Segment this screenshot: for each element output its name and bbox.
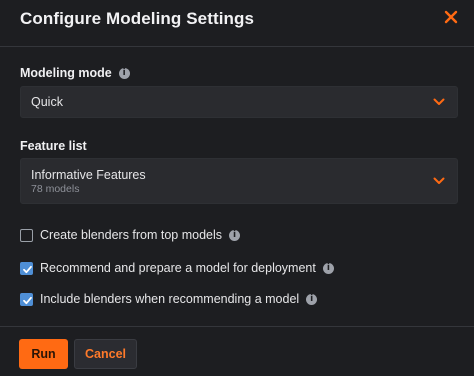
recommend-model-checkbox[interactable] bbox=[20, 261, 33, 275]
close-icon[interactable] bbox=[444, 10, 458, 24]
feature-list-subtext: 78 models bbox=[31, 183, 80, 195]
recommend-model-checkbox-row[interactable]: Recommend and prepare a model for deploy… bbox=[20, 261, 334, 275]
chevron-down-icon bbox=[433, 98, 445, 105]
include-blenders-checkbox[interactable] bbox=[20, 292, 33, 306]
feature-list-label: Feature list bbox=[20, 139, 87, 153]
modeling-mode-label-text: Modeling mode bbox=[20, 66, 112, 80]
feature-list-value: Informative Features bbox=[31, 168, 146, 182]
modeling-mode-value: Quick bbox=[31, 95, 63, 109]
feature-list-label-text: Feature list bbox=[20, 139, 87, 153]
configure-modeling-dialog: Configure Modeling Settings Modeling mod… bbox=[0, 0, 474, 376]
create-blenders-label: Create blenders from top models bbox=[40, 228, 223, 242]
create-blenders-checkbox-row[interactable]: Create blenders from top models i bbox=[20, 228, 241, 242]
feature-list-select[interactable]: Informative Features 78 models bbox=[20, 158, 458, 204]
info-icon[interactable]: i bbox=[306, 293, 318, 305]
footer-divider bbox=[0, 326, 474, 327]
modeling-mode-label: Modeling mode i bbox=[20, 66, 130, 80]
dialog-title: Configure Modeling Settings bbox=[20, 9, 255, 28]
chevron-down-icon bbox=[433, 177, 445, 184]
include-blenders-label: Include blenders when recommending a mod… bbox=[40, 292, 300, 306]
info-icon[interactable]: i bbox=[118, 67, 130, 79]
check-icon bbox=[23, 265, 32, 273]
check-icon bbox=[23, 296, 32, 304]
info-icon[interactable]: i bbox=[322, 262, 334, 274]
run-button[interactable]: Run bbox=[19, 339, 68, 369]
modeling-mode-select[interactable]: Quick bbox=[20, 86, 458, 118]
info-icon[interactable]: i bbox=[229, 229, 241, 241]
create-blenders-checkbox[interactable] bbox=[20, 228, 33, 242]
recommend-model-label: Recommend and prepare a model for deploy… bbox=[40, 261, 316, 275]
include-blenders-checkbox-row[interactable]: Include blenders when recommending a mod… bbox=[20, 292, 318, 306]
dialog-header: Configure Modeling Settings bbox=[0, 0, 474, 46]
header-divider bbox=[0, 46, 474, 47]
cancel-button[interactable]: Cancel bbox=[74, 339, 137, 369]
